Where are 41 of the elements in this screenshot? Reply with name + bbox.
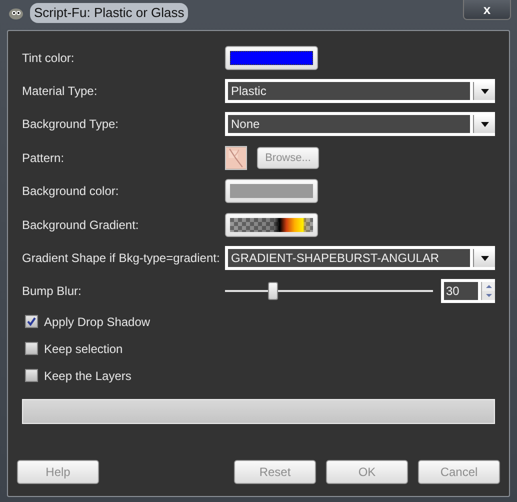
field-label: Background Gradient: [22, 216, 140, 234]
checkbox[interactable] [25, 369, 38, 382]
caret-icon [480, 256, 488, 261]
field-label: Pattern: [22, 150, 66, 167]
dropdown-button[interactable] [473, 82, 495, 100]
gradient-button[interactable] [225, 212, 318, 237]
combo-box[interactable]: None [225, 112, 495, 136]
field-label: Tint color: [22, 50, 76, 67]
slider-track[interactable] [225, 281, 433, 302]
combo-value: Plastic [228, 82, 470, 100]
dropdown-button[interactable] [473, 115, 495, 134]
checkbox-label: Keep selection [44, 340, 123, 358]
field-label: Background Type: [22, 116, 120, 134]
dog-icon [8, 6, 24, 20]
field-label: Material Type: [22, 83, 98, 100]
checkbox[interactable] [25, 315, 38, 328]
spin-up-button[interactable] [482, 282, 495, 292]
dropdown-button[interactable] [473, 249, 495, 268]
combo-box[interactable]: GRADIENT-SHAPEBURST-ANGULAR [225, 246, 495, 270]
spin-field[interactable]: 30 [441, 279, 495, 304]
spin-down-button[interactable] [482, 291, 495, 300]
down-arrow-icon [486, 294, 492, 298]
up-arrow-icon [486, 285, 492, 288]
caret-icon [480, 122, 488, 127]
combo-box[interactable]: Plastic [225, 79, 495, 104]
field-label: Gradient Shape if Bkg-type=gradient: [22, 250, 221, 268]
combo-value: GRADIENT-SHAPEBURST-ANGULAR [228, 249, 470, 268]
field-label: Bump Blur: [22, 283, 82, 300]
color-button[interactable] [225, 179, 318, 204]
caret-icon [480, 88, 488, 94]
color-button[interactable] [225, 46, 318, 70]
combo-value: None [228, 115, 470, 134]
checkbox-label: Apply Drop Shadow [44, 314, 150, 331]
checkbox-label: Keep the Layers [44, 368, 132, 385]
spin-value: 30 [444, 282, 478, 300]
checkbox[interactable] [25, 342, 38, 356]
slider-thumb[interactable] [268, 282, 278, 300]
close-button[interactable]: x [463, 0, 511, 20]
window-title: Script-Fu: Plastic or Glass [30, 3, 188, 23]
field-label: Background color: [22, 183, 120, 200]
check-icon [27, 317, 36, 326]
